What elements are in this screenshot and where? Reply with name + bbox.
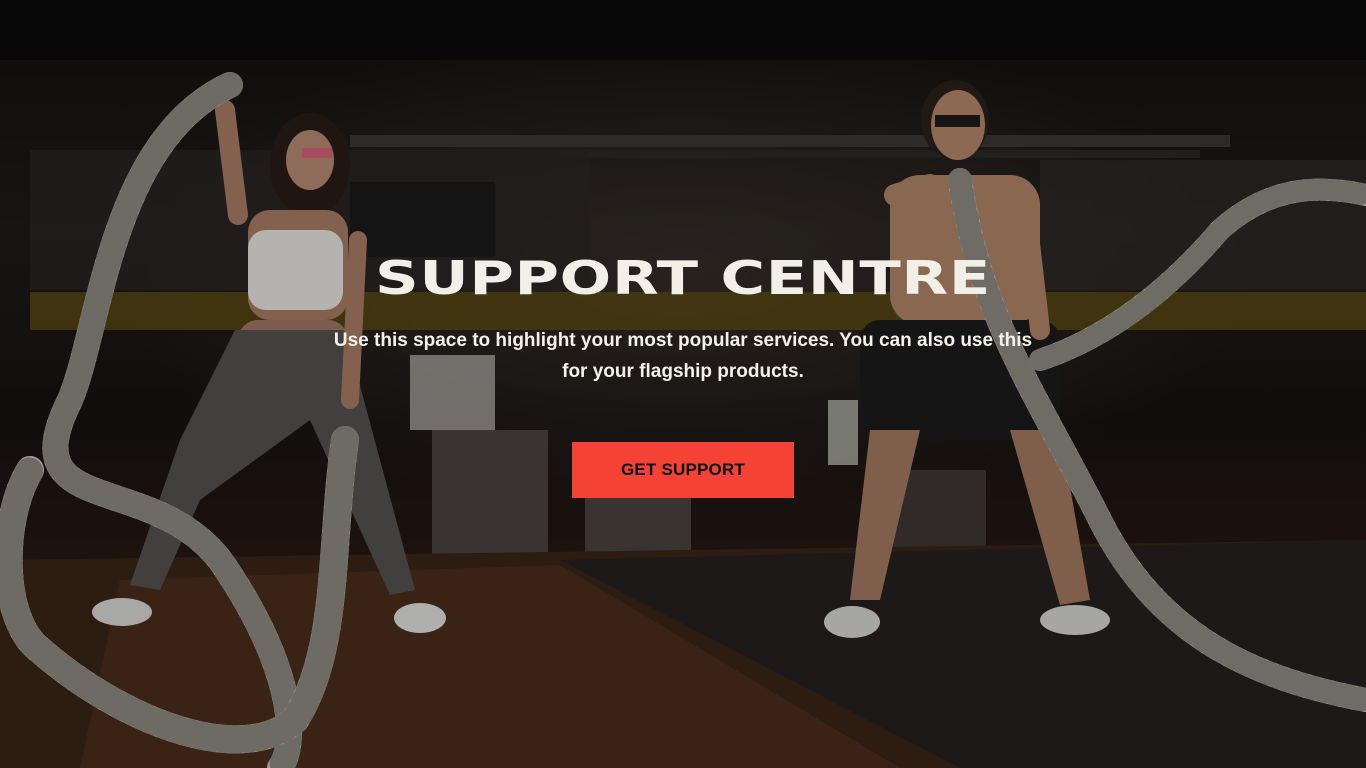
hero-section: SUPPORT CENTRE Use this space to highlig… bbox=[0, 0, 1366, 768]
hero-content: SUPPORT CENTRE Use this space to highlig… bbox=[0, 0, 1366, 768]
get-support-button[interactable]: GET SUPPORT bbox=[572, 442, 794, 498]
hero-subtitle: Use this space to highlight your most po… bbox=[333, 330, 1033, 382]
page-title: SUPPORT CENTRE bbox=[374, 251, 991, 305]
